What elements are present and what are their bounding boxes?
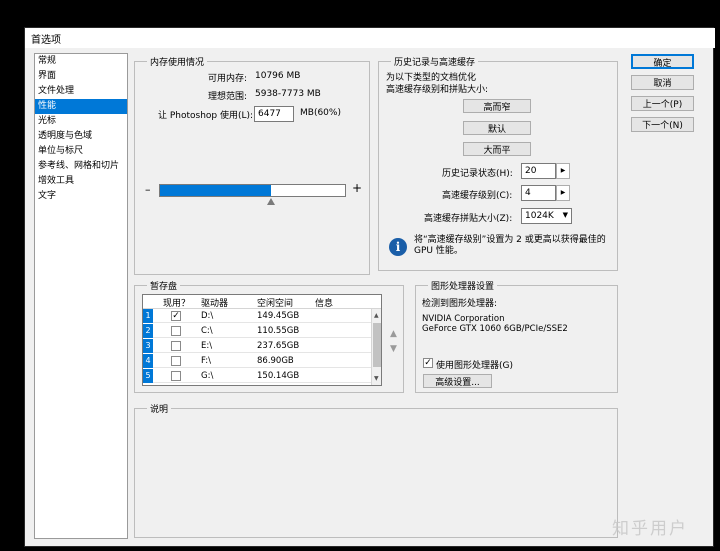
tile-size-select[interactable]: 1024K ▼ (521, 208, 572, 224)
category-item[interactable]: 常规 (35, 54, 127, 69)
col-drive[interactable]: 驱动器 (201, 296, 228, 309)
gpu-detected-label: 检测到图形处理器: (422, 299, 498, 309)
category-item[interactable]: 光标 (35, 114, 127, 129)
scratch-drive: G:\ (201, 371, 214, 381)
scratch-active-checkbox[interactable] (171, 326, 181, 336)
dialog-title: 首选项 (25, 28, 715, 48)
description-group: 说明 (134, 402, 618, 538)
cancel-button[interactable]: 取消 (631, 75, 694, 90)
memory-use-suffix: MB(60%) (300, 108, 341, 118)
gpu-model: GeForce GTX 1060 6GB/PCIe/SSE2 (422, 324, 568, 334)
optimize-desc-line2: 高速缓存级别和拼贴大小: (386, 85, 489, 95)
category-item[interactable]: 参考线、网格和切片 (35, 159, 127, 174)
ok-button[interactable]: 确定 (631, 54, 694, 69)
advanced-settings-button[interactable]: 高级设置... (423, 374, 492, 388)
next-button[interactable]: 下一个(N) (631, 117, 694, 132)
scroll-down-icon[interactable]: ▼ (374, 375, 379, 382)
ideal-range-value: 5938-7773 MB (255, 89, 321, 99)
row-number: 4 (143, 354, 153, 368)
scratch-drive: F:\ (201, 356, 211, 366)
history-states-input[interactable]: 20 (521, 163, 556, 179)
scratch-table-header: 现用？ 驱动器 空闲空间 信息 (143, 295, 381, 309)
previous-button[interactable]: 上一个(P) (631, 96, 694, 111)
use-gpu-label: 使用图形处理器(G) (436, 361, 513, 371)
description-group-title: 说明 (147, 402, 172, 415)
memory-use-input[interactable]: 6477 (254, 106, 294, 122)
row-number: 3 (143, 339, 153, 353)
row-number: 5 (143, 369, 153, 383)
memory-increase-icon[interactable]: + (352, 181, 362, 195)
ideal-range-label: 理想范围: (208, 92, 248, 102)
scratch-disk-row[interactable]: 2 C:\ 110.55GB (143, 324, 371, 338)
history-states-label: 历史记录状态(H): (442, 169, 513, 179)
memory-slider[interactable] (159, 184, 346, 197)
scratch-drive: D:\ (201, 311, 214, 321)
let-photoshop-use-label: 让 Photoshop 使用(L): (158, 111, 254, 121)
chevron-down-icon: ▼ (562, 211, 568, 219)
scratch-free-space: 149.45GB (257, 311, 300, 321)
scratch-disk-row[interactable]: 3 E:\ 237.65GB (143, 339, 371, 353)
history-states-stepper[interactable]: ▶ (556, 163, 570, 179)
gpu-tip-line2: GPU 性能。 (414, 246, 463, 256)
row-number: 2 (143, 324, 153, 338)
move-up-icon[interactable]: ▲ (390, 329, 397, 339)
scratch-free-space: 237.65GB (257, 341, 300, 351)
category-item[interactable]: 单位与标尺 (35, 144, 127, 159)
scratch-free-space: 110.55GB (257, 326, 300, 336)
memory-decrease-icon[interactable]: – (145, 183, 151, 196)
history-group-title: 历史记录与高速缓存 (391, 55, 479, 68)
tall-thin-button[interactable]: 高而窄 (463, 99, 531, 113)
info-icon: i (389, 238, 407, 256)
available-memory-label: 可用内存: (208, 74, 248, 84)
scratch-disk-row[interactable]: 4 F:\ 86.90GB (143, 354, 371, 368)
category-item[interactable]: 界面 (35, 69, 127, 84)
move-down-icon[interactable]: ▼ (390, 344, 397, 354)
scratch-group-title: 暂存盘 (147, 279, 181, 292)
scratch-disk-row[interactable]: 5 G:\ 150.14GB (143, 369, 371, 383)
scratch-active-checkbox[interactable]: ✓ (171, 311, 181, 321)
col-free-space[interactable]: 空闲空间 (257, 296, 293, 309)
category-item[interactable]: 文件处理 (35, 84, 127, 99)
scratch-table-scrollbar[interactable]: ▲ ▼ (371, 309, 381, 385)
memory-usage-group: 内存使用情况 (134, 55, 370, 275)
scroll-up-icon[interactable]: ▲ (374, 312, 379, 319)
big-flat-button[interactable]: 大而平 (463, 142, 531, 156)
gpu-group-title: 图形处理器设置 (428, 279, 498, 292)
available-memory-value: 10796 MB (255, 71, 301, 81)
scratch-free-space: 150.14GB (257, 371, 300, 381)
scratch-disk-row[interactable]: 1 ✓ D:\ 149.45GB (143, 309, 371, 323)
col-info[interactable]: 信息 (315, 296, 333, 309)
row-number: 1 (143, 309, 153, 323)
cache-levels-label: 高速缓存级别(C): (442, 191, 513, 201)
category-item[interactable]: 文字 (35, 189, 127, 204)
memory-slider-thumb[interactable] (267, 198, 276, 205)
scrollbar-thumb[interactable] (373, 323, 381, 367)
preferences-dialog: 首选项 常规 界面 文件处理 性能 光标 透明度与色域 单位与标尺 参考线、网格和切片 增效工具… (24, 27, 715, 547)
col-active[interactable]: 现用？ (163, 296, 190, 309)
category-item[interactable]: 增效工具 (35, 174, 127, 189)
scratch-drive: C:\ (201, 326, 213, 336)
memory-slider-fill (160, 185, 271, 196)
cache-levels-stepper[interactable]: ▶ (556, 185, 570, 201)
category-item[interactable]: 透明度与色域 (35, 129, 127, 144)
category-item[interactable]: 性能 (35, 99, 127, 114)
category-list[interactable]: 常规 界面 文件处理 性能 光标 透明度与色域 单位与标尺 参考线、网格和切片 增效工具 文字 (34, 53, 128, 539)
gpu-vendor: NVIDIA Corporation (422, 314, 505, 324)
watermark: 知乎用户 (612, 519, 688, 539)
scratch-drive: E:\ (201, 341, 213, 351)
scratch-free-space: 86.90GB (257, 356, 294, 366)
scratch-active-checkbox[interactable] (171, 356, 181, 366)
tile-size-value: 1024K (525, 211, 554, 221)
use-gpu-checkbox[interactable]: ✓ (423, 358, 433, 368)
scratch-active-checkbox[interactable] (171, 371, 181, 381)
scratch-disk-table[interactable]: 现用？ 驱动器 空闲空间 信息 1 ✓ D:\ 149.45GB 2 C:\ 110.55G… (142, 294, 382, 386)
tile-size-label: 高速缓存拼贴大小(Z): (424, 214, 513, 224)
scratch-active-checkbox[interactable] (171, 341, 181, 351)
default-cache-button[interactable]: 默认 (463, 121, 531, 135)
memory-group-title: 内存使用情况 (147, 55, 208, 68)
cache-levels-input[interactable]: 4 (521, 185, 556, 201)
